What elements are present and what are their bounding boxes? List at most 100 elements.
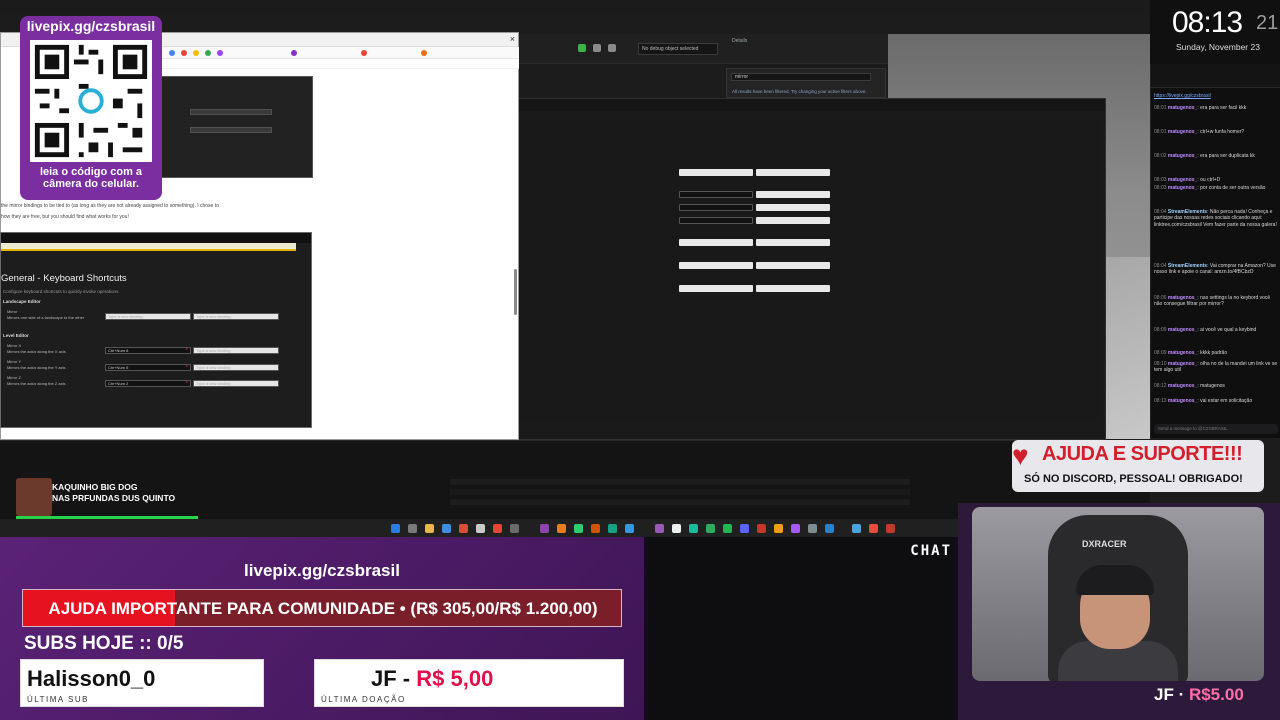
chat-text: era para ser duplicata kk: [1200, 153, 1255, 159]
taskbar-app-icon[interactable]: [825, 524, 834, 533]
binding-slot: Ctrl+Num 2 ×: [105, 380, 191, 387]
chat-message: 08:13 matugenos_: vai estar em solicitaç…: [1154, 398, 1253, 404]
tab-favicon-icon[interactable]: [361, 50, 367, 56]
stop-icon[interactable]: [608, 44, 616, 52]
chat-username[interactable]: matugenos_: [1168, 295, 1197, 301]
chat-text: kkkk padrão: [1200, 350, 1228, 356]
heart-icon: ♥: [1012, 440, 1029, 471]
chat-message: 08:03 matugenos_: ou ctrl+D: [1154, 177, 1221, 183]
browser-icon[interactable]: [493, 524, 502, 533]
close-icon[interactable]: ×: [510, 34, 515, 44]
donation-goal-text: AJUDA IMPORTANTE PARA COMUNIDADE • (R$ 3…: [48, 599, 598, 618]
streamer-cap: [1076, 565, 1154, 595]
qr-url: livepix.gg/czsbrasil: [26, 18, 156, 34]
chat-message: 08:04 StreamElements: Não perca nada! Co…: [1154, 209, 1277, 228]
tab-favicon-icon[interactable]: [205, 50, 211, 56]
chat-username[interactable]: matugenos_: [1168, 185, 1197, 191]
taskbar-app-icon[interactable]: [557, 524, 566, 533]
outliner-row[interactable]: [450, 489, 910, 495]
chat-time: 08:01: [1154, 105, 1167, 111]
shortcut-desc: Mirrors the actor along the X axis: [7, 349, 66, 354]
discord-icon[interactable]: [740, 524, 749, 533]
taskbar-app-icon[interactable]: [408, 524, 417, 533]
taskbar-app-icon[interactable]: [886, 524, 895, 533]
bookmarks-bar[interactable]: [161, 59, 519, 69]
chat-username[interactable]: matugenos_: [1168, 398, 1197, 404]
taskbar-app-icon[interactable]: [442, 524, 451, 533]
taskbar-app-icon[interactable]: [574, 524, 583, 533]
last-donation-caption: ÚLTIMA DOAÇÃO: [321, 695, 406, 704]
chair-brand: DXRACER: [1082, 539, 1127, 549]
chat-message: 08:01 matugenos_: era para ser facil kkk: [1154, 105, 1247, 111]
last-sub-caption: ÚLTIMA SUB: [27, 695, 89, 704]
chat-username[interactable]: StreamElements: [1168, 263, 1207, 269]
taskbar-app-icon[interactable]: [459, 524, 468, 533]
taskbar-app-icon[interactable]: [540, 524, 549, 533]
taskbar-app-icon[interactable]: [808, 524, 817, 533]
clear-binding-icon: ×: [185, 380, 188, 386]
stream-screen: No debug object selected Details mirror …: [0, 0, 1280, 720]
binding-text: Ctrl+Num 8: [108, 348, 129, 353]
taskbar-app-icon[interactable]: [791, 524, 800, 533]
taskbar-app-icon[interactable]: [672, 524, 681, 533]
chat-username[interactable]: matugenos_: [1168, 327, 1197, 333]
last-sub-name: Halisson0_0: [27, 666, 156, 691]
shortcut-desc: Mirrors the actor along the Y axis: [7, 365, 66, 370]
chat-input[interactable]: Send a message to @CZSBRASIL: [1154, 424, 1278, 434]
chat-username[interactable]: matugenos_: [1168, 383, 1197, 389]
chat-pinned-link[interactable]: https://livepix.gg/czsbrasil: [1154, 93, 1211, 99]
binding-slot: Ctrl+Num 5 ×: [105, 364, 191, 371]
taskbar-app-icon[interactable]: [625, 524, 634, 533]
screenshot-search-field: [1, 243, 296, 251]
details-tab[interactable]: Details: [730, 36, 880, 62]
play-icon[interactable]: [578, 44, 586, 52]
chat-header: [1151, 64, 1280, 88]
start-icon[interactable]: [391, 524, 400, 533]
chat-username[interactable]: StreamElements: [1168, 209, 1207, 215]
taskbar-app-icon[interactable]: [655, 524, 664, 533]
tab-favicon-icon[interactable]: [217, 50, 223, 56]
binding-text: Ctrl+Num 2: [108, 381, 129, 386]
tab-favicon-icon[interactable]: [193, 50, 199, 56]
tab-favicon-icon[interactable]: [291, 50, 297, 56]
details-search-input[interactable]: mirror: [731, 73, 871, 81]
taskbar-app-icon[interactable]: [476, 524, 485, 533]
tab-favicon-icon[interactable]: [181, 50, 187, 56]
sub-alert-text: KAQUINHO BIG DOG NAS PRFUNDAS DUS QUINTO: [52, 482, 175, 504]
taskbar-app-icon[interactable]: [591, 524, 600, 533]
taskbar-app-icon[interactable]: [774, 524, 783, 533]
taskbar-app-icon[interactable]: [689, 524, 698, 533]
chat-username[interactable]: matugenos_: [1168, 129, 1197, 135]
tab-favicon-icon[interactable]: [169, 50, 175, 56]
chat-time: 08:04: [1154, 209, 1167, 215]
chat-username[interactable]: matugenos_: [1168, 177, 1197, 183]
debug-object-dropdown[interactable]: No debug object selected: [638, 43, 718, 55]
avatar: [16, 478, 52, 516]
outliner-row[interactable]: [450, 499, 910, 505]
chat-time: 08:02: [1154, 153, 1167, 159]
chat-username[interactable]: matugenos_: [1168, 105, 1197, 111]
outliner-row[interactable]: [450, 479, 910, 485]
taskbar-app-icon[interactable]: [869, 524, 878, 533]
chat-text: era para ser facil kkk: [1200, 105, 1247, 111]
taskbar-app-icon[interactable]: [852, 524, 861, 533]
chat-message: 08:04 StreamElements: Vai comprar na Ama…: [1154, 263, 1276, 276]
browser-address-bar[interactable]: [161, 47, 519, 59]
sub-alert-line: NAS PRFUNDAS DUS QUINTO: [52, 493, 176, 503]
pause-icon[interactable]: [593, 44, 601, 52]
taskbar-app-icon[interactable]: [706, 524, 715, 533]
taskbar-app-icon[interactable]: [757, 524, 766, 533]
chat-username[interactable]: matugenos_: [1168, 350, 1197, 356]
browser-scrollbar[interactable]: [514, 269, 517, 315]
chat-username[interactable]: matugenos_: [1168, 361, 1197, 367]
chat-username[interactable]: matugenos_: [1168, 153, 1197, 159]
editor-toolbar: No debug object selected Details: [518, 34, 888, 64]
taskbar-app-icon[interactable]: [510, 524, 519, 533]
article-paragraph: how they are free, but you should find w…: [1, 214, 129, 220]
taskbar-app-icon[interactable]: [608, 524, 617, 533]
folder-icon[interactable]: [425, 524, 434, 533]
binding-slot: Type a new binding: [193, 347, 279, 354]
tab-favicon-icon[interactable]: [421, 50, 427, 56]
chat-text: vai estar em solicitação: [1200, 398, 1253, 404]
spotify-icon[interactable]: [723, 524, 732, 533]
